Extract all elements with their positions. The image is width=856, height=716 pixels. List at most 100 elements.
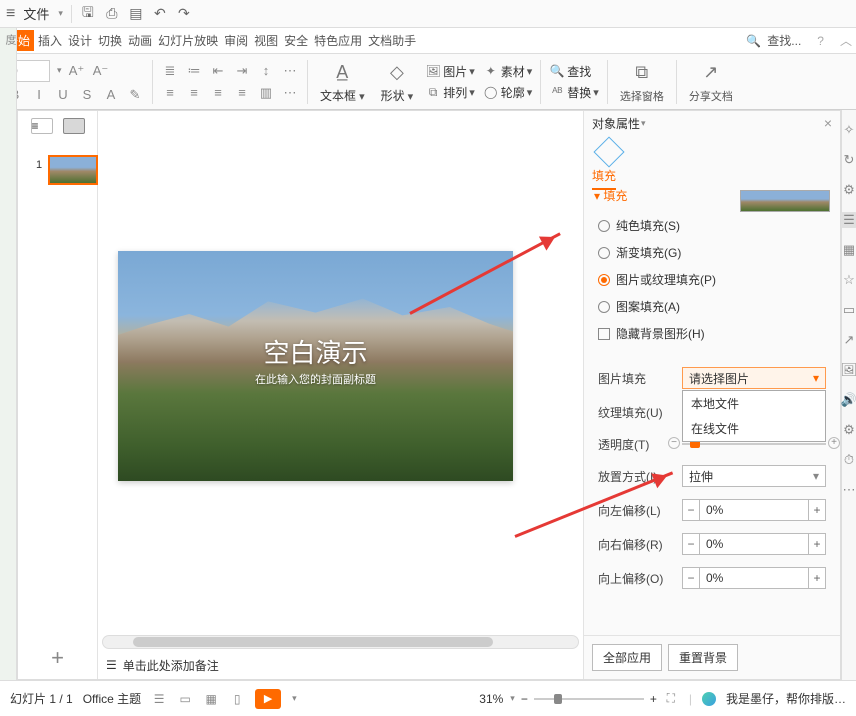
slide-title[interactable]: 空白演示 [118,333,513,370]
columns-icon[interactable]: ▥ [257,84,275,102]
italic-icon[interactable]: I [30,86,48,104]
picture-fill-option[interactable]: 图片或纹理填充(P) [594,266,830,293]
side-icon-7[interactable]: ▭ [841,302,856,318]
tab-view[interactable]: 视图 [252,30,280,51]
tab-security[interactable]: 安全 [282,30,310,51]
close-panel-icon[interactable]: × [824,115,832,131]
highlight-icon[interactable]: ✎ [126,86,144,104]
reading-view-icon[interactable]: ▯ [229,691,245,707]
redo-icon[interactable]: ↷ [176,6,192,22]
line-spacing-icon[interactable]: ↕ [257,62,275,80]
gradient-fill-option[interactable]: 渐变填充(G) [594,239,830,266]
slide-canvas[interactable]: 空白演示 在此输入您的封面副标题 ☰单击此处添加备注 [98,111,583,679]
placement-select[interactable]: 拉伸▾ [682,465,826,487]
share-button[interactable]: ↗分享文档 [685,58,737,106]
grow-font-icon[interactable]: A⁺ [68,62,86,80]
align-right-icon[interactable]: ≡ [209,84,227,102]
tab-transition[interactable]: 切换 [96,30,124,51]
help-icon[interactable]: ? [815,32,826,50]
slide-thumbnail-1[interactable] [48,155,98,185]
preview-icon[interactable]: ▤ [128,6,144,22]
slideshow-button[interactable]: ▶ [255,689,281,709]
zoom-control[interactable]: 31%▾ −+ ⛶ [479,691,679,707]
add-slide-button[interactable]: + [18,645,97,671]
side-icon-1[interactable]: ✧ [841,122,856,138]
search-box[interactable]: 🔍查找... [744,30,803,51]
picture-select[interactable]: 请选择图片▾ 本地文件 在线文件 [682,367,826,389]
numbering-icon[interactable]: ≔ [185,62,203,80]
select-pane-button[interactable]: ⧉选择窗格 [616,58,668,106]
collapse-ribbon-icon[interactable]: ︿ [838,30,854,51]
tab-review[interactable]: 审阅 [222,30,250,51]
side-icon-13[interactable]: ⋯ [841,482,856,498]
menu-icon[interactable]: ≡ [6,5,15,23]
side-icon-2[interactable]: ↻ [841,152,856,168]
local-file-option[interactable]: 本地文件 [683,391,825,416]
pattern-fill-option[interactable]: 图案填充(A) [594,293,830,320]
align-center-icon[interactable]: ≡ [185,84,203,102]
side-icon-12[interactable]: ⏱ [841,452,856,468]
find-button[interactable]: 🔍查找 [549,63,599,80]
fill-preview[interactable] [740,190,830,212]
title-toolbar: ≡ 文件▾ 🖫 ⎙ ▤ ↶ ↷ [0,0,856,28]
side-icon-6[interactable]: ☆ [841,272,856,288]
textbox-button[interactable]: A̲文本框 ▾ [316,57,369,106]
justify-icon[interactable]: ≡ [233,84,251,102]
font-color-icon[interactable]: A [102,86,120,104]
online-file-option[interactable]: 在线文件 [683,416,825,441]
arrange-button[interactable]: ⧉排列 ▾ [425,84,475,101]
strike-icon[interactable]: S [78,86,96,104]
side-icon-9[interactable]: 🖼 [841,362,856,378]
fill-category-icon[interactable] [593,136,624,167]
tab-design[interactable]: 设计 [66,30,94,51]
notes-bar[interactable]: ☰单击此处添加备注 [102,653,579,677]
shrink-font-icon[interactable]: A⁻ [92,62,110,80]
side-icon-11[interactable]: ⚙ [841,422,856,438]
side-properties-icon[interactable]: ☰ [841,212,856,228]
sorter-view-icon[interactable]: ▦ [203,691,219,707]
outline-button[interactable]: ◯轮廓 ▾ [483,84,533,101]
tab-assistant[interactable]: 文档助手 [366,30,418,51]
minus-icon[interactable]: − [668,437,680,449]
side-icon-3[interactable]: ⚙ [841,182,856,198]
offset-left-spinner[interactable]: −0%+ [682,499,826,521]
side-icon-5[interactable]: ▦ [841,242,856,258]
offset-right-spinner[interactable]: −0%+ [682,533,826,555]
reset-bg-button[interactable]: 重置背景 [668,644,738,671]
avatar[interactable] [702,692,716,706]
notes-view-icon[interactable]: ☰ [151,691,167,707]
offset-top-spinner[interactable]: −0%+ [682,567,826,589]
indent-inc-icon[interactable]: ⇥ [233,62,251,80]
slide[interactable]: 空白演示 在此输入您的封面副标题 [118,251,513,481]
image-button[interactable]: 🖼图片 ▾ [425,63,475,80]
print-icon[interactable]: ⎙ [104,6,120,22]
slide-subtitle[interactable]: 在此输入您的封面副标题 [118,371,513,387]
user-hint[interactable]: 我是墨仔，帮你排版… [726,690,846,707]
offset-left-label: 向左偏移(L) [598,502,676,519]
normal-view-icon[interactable]: ▭ [177,691,193,707]
plus-icon[interactable]: + [828,437,840,449]
hide-bg-option[interactable]: 隐藏背景图形(H) [594,320,830,347]
assets-button[interactable]: ✦素材 ▾ [483,63,533,80]
outline-view-toggle[interactable]: ≡ [31,118,53,134]
apply-all-button[interactable]: 全部应用 [592,644,662,671]
tab-animation[interactable]: 动画 [126,30,154,51]
tab-special[interactable]: 特色应用 [312,30,364,51]
file-menu[interactable]: 文件 [23,4,49,23]
side-icon-8[interactable]: ↗ [841,332,856,348]
thumb-view-toggle[interactable] [63,118,85,134]
tab-slideshow[interactable]: 幻灯片放映 [156,30,220,51]
save-icon[interactable]: 🖫 [80,6,96,22]
shape-button[interactable]: ◇形状 ▾ [377,57,418,106]
align-left-icon[interactable]: ≡ [161,84,179,102]
bullets-icon[interactable]: ≣ [161,62,179,80]
fit-icon[interactable]: ⛶ [663,691,679,707]
tab-insert[interactable]: 插入 [36,30,64,51]
side-icon-10[interactable]: 🔊 [841,392,856,408]
indent-dec-icon[interactable]: ⇤ [209,62,227,80]
solid-fill-option[interactable]: 纯色填充(S) [594,212,830,239]
replace-button[interactable]: ᴬᴮ替换 ▾ [549,84,599,101]
underline-icon[interactable]: U [54,86,72,104]
horizontal-scrollbar[interactable] [102,635,579,649]
undo-icon[interactable]: ↶ [152,6,168,22]
